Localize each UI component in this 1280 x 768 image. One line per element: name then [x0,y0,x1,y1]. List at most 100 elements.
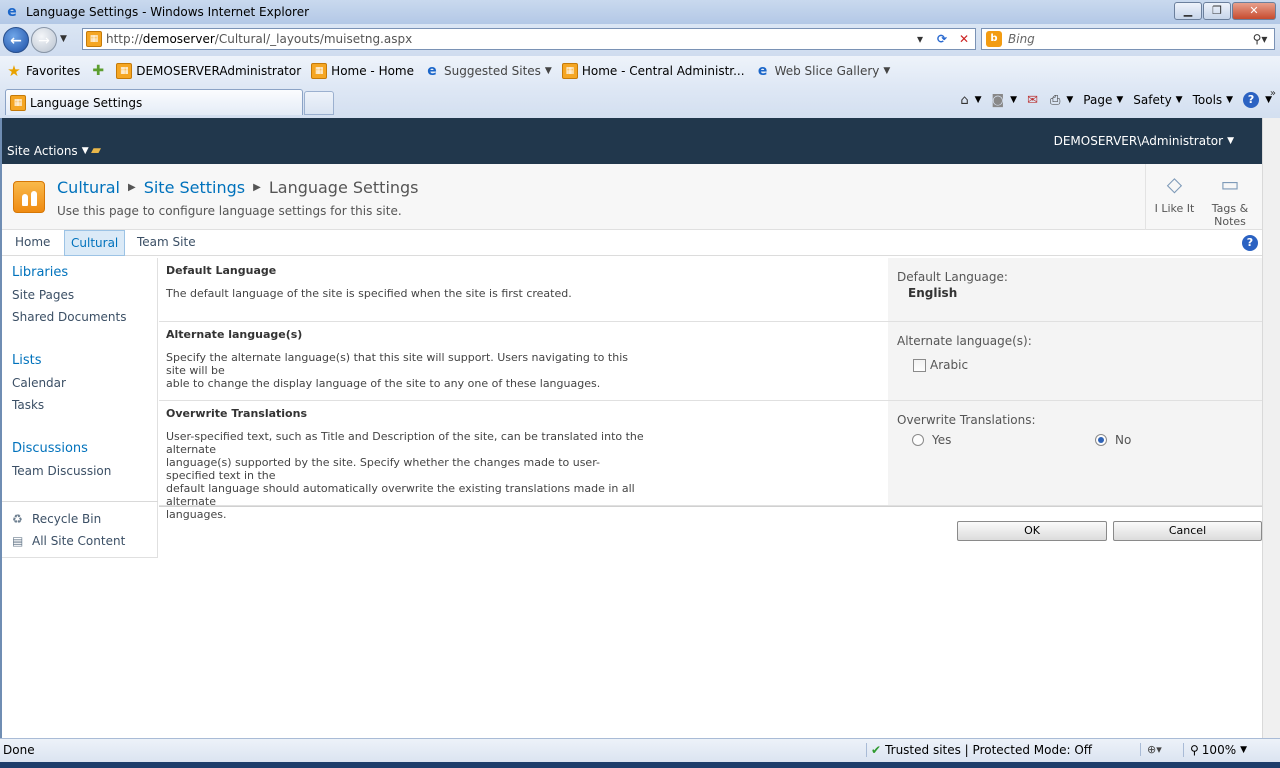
breadcrumb-site-settings[interactable]: Site Settings [144,178,245,197]
forward-button[interactable]: → [31,27,57,53]
new-tab-button[interactable] [304,91,334,115]
address-dropdown-icon[interactable]: ▾ [909,32,931,46]
refresh-icon[interactable]: ⟳ [931,32,953,46]
page-content: Site Actions ▼ ▰ DEMOSERVER\Administrato… [0,118,1280,738]
user-menu[interactable]: DEMOSERVER\Administrator ▼ [1054,134,1234,148]
address-bar[interactable]: ▦ http://demoserver/Cultural/_layouts/mu… [82,28,976,50]
windows-taskbar [0,762,1280,768]
i-like-it-button[interactable]: ◇ I Like It [1145,164,1203,230]
ql-calendar[interactable]: Calendar [12,376,66,390]
tools-menu[interactable]: Tools ▼ [1193,93,1233,107]
restore-button[interactable]: ❐ [1203,2,1231,20]
vertical-scrollbar[interactable] [1262,118,1280,738]
section-default-language: Default Language The default language of… [159,258,1262,322]
ql-discussions-heading[interactable]: Discussions [12,441,88,456]
chevron-down-icon: ▼ [1116,95,1124,105]
like-tag-icon: ◇ [1166,172,1183,196]
arabic-checkbox[interactable] [913,358,926,372]
section-title: Overwrite Translations [166,407,307,420]
sharepoint-site-icon: ▦ [311,63,328,79]
tab-row: ▦ Language Settings ⌂ ▼ ◙ ▼ ✉ ⎙ ▼ Page ▼ Saf… [0,86,1280,118]
url-text[interactable]: http://demoserver/Cultural/_layouts/muis… [106,32,909,46]
add-to-favorites-button[interactable]: ✚ [90,63,110,79]
ql-team-discussion[interactable]: Team Discussion [12,464,111,478]
ie-page-icon: e [757,63,768,79]
close-button[interactable]: ✕ [1232,2,1276,20]
field-label: Alternate language(s): [897,334,1032,348]
topnav-home[interactable]: Home [9,230,56,256]
stop-icon[interactable]: ✕ [953,32,975,46]
ql-tasks[interactable]: Tasks [12,398,44,412]
mail-icon: ✉ [1027,92,1038,108]
ql-shared-documents[interactable]: Shared Documents [12,310,126,324]
field-label: Default Language: [897,270,1008,284]
navigate-up-icon[interactable]: ▰ [91,143,109,159]
section-description: Specify the alternate language(s) that t… [166,351,628,390]
tags-notes-icon: ▭ [1220,172,1240,196]
security-status-button[interactable]: ⊕▾ [1140,743,1162,756]
chevron-down-icon: ▼ [81,146,89,156]
more-commands-icon[interactable]: » [1270,88,1276,99]
status-bar: Done ✔ Trusted sites | Protected Mode: O… [0,738,1280,762]
site-content-icon: ▤ [12,534,24,548]
breadcrumb-cultural[interactable]: Cultural [57,178,120,197]
field-label: Overwrite Translations: [897,413,1036,427]
back-button[interactable]: ← [3,27,29,53]
chevron-down-icon: ▼ [1066,95,1074,105]
overwrite-yes-option[interactable]: Yes [912,433,951,447]
tab-language-settings[interactable]: ▦ Language Settings [5,89,303,115]
fav-web-slice-gallery[interactable]: e Web Slice Gallery ▼ [755,63,890,79]
printer-icon: ⎙ [1049,92,1061,108]
arabic-option[interactable]: Arabic [913,358,968,372]
sharepoint-site-icon: ▦ [86,31,102,47]
read-mail-button[interactable]: ✉ [1027,93,1040,108]
overwrite-no-option[interactable]: No [1095,433,1131,447]
favorites-star-icon: ★ [7,62,21,80]
ok-button[interactable]: OK [957,521,1107,541]
safety-menu[interactable]: Safety ▼ [1133,93,1182,107]
recent-pages-dropdown[interactable]: ▼ [60,34,67,44]
form-divider [159,506,1262,507]
default-language-value: English [908,286,958,300]
feeds-button[interactable]: ◙ ▼ [992,93,1018,108]
favorites-button[interactable]: ★ Favorites [6,63,80,79]
sharepoint-site-icon: ▦ [10,94,26,111]
fav-central-administration[interactable]: ▦ Home - Central Administr... [561,63,745,79]
no-radio[interactable] [1095,434,1107,446]
ql-site-pages[interactable]: Site Pages [12,288,74,302]
help-icon[interactable]: ? [1242,235,1258,251]
topnav-team-site[interactable]: Team Site [131,230,202,256]
page-title: Language Settings [268,178,419,197]
fav-demoserver-administrator[interactable]: ▦ DEMOSERVERAdministrator [116,63,301,79]
fav-suggested-sites[interactable]: e Suggested Sites ▼ [424,63,552,79]
print-button[interactable]: ⎙ ▼ [1050,93,1073,108]
favorites-bar: ★ Favorites ✚ ▦ DEMOSERVERAdministrator … [0,56,1280,86]
search-icon[interactable]: ⚲▾ [1246,32,1274,46]
ql-libraries-heading[interactable]: Libraries [12,265,68,280]
address-row: ← → ▼ ▦ http://demoserver/Cultural/_layo… [0,24,1280,56]
yes-radio[interactable] [912,434,924,446]
sharepoint-site-icon: ▦ [116,63,133,79]
home-button[interactable]: ⌂ ▼ [960,93,981,108]
fav-home-home[interactable]: ▦ Home - Home [311,63,414,79]
title-area: Cultural ▶ Site Settings ▶ Language Sett… [2,164,1262,230]
ql-recycle-bin[interactable]: ♻ Recycle Bin [12,512,101,526]
tags-notes-button[interactable]: ▭ Tags & Notes [1203,164,1257,230]
sharepoint-site-icon: ▦ [561,63,578,79]
topnav-cultural[interactable]: Cultural [64,230,126,256]
security-zone[interactable]: ✔ Trusted sites | Protected Mode: Off [866,743,1092,757]
minimize-button[interactable]: ▁ [1174,2,1202,20]
chevron-down-icon: ▼ [1226,95,1234,105]
cancel-button[interactable]: Cancel [1113,521,1262,541]
status-text: Done [3,743,35,757]
ql-all-site-content[interactable]: ▤ All Site Content [12,534,125,548]
page-menu[interactable]: Page ▼ [1083,93,1123,107]
help-menu[interactable]: ? ▼ [1243,92,1272,108]
ql-lists-heading[interactable]: Lists [12,353,42,368]
section-alternate-languages: Alternate language(s) Specify the altern… [159,322,1262,401]
zoom-button[interactable]: ⚲ 100% ▼ [1183,743,1247,757]
site-actions-menu[interactable]: Site Actions ▼ [7,144,89,158]
search-input[interactable]: Bing [1008,32,1246,46]
search-box[interactable]: b Bing ⚲▾ [981,28,1275,50]
chevron-down-icon: ▼ [1227,136,1234,146]
